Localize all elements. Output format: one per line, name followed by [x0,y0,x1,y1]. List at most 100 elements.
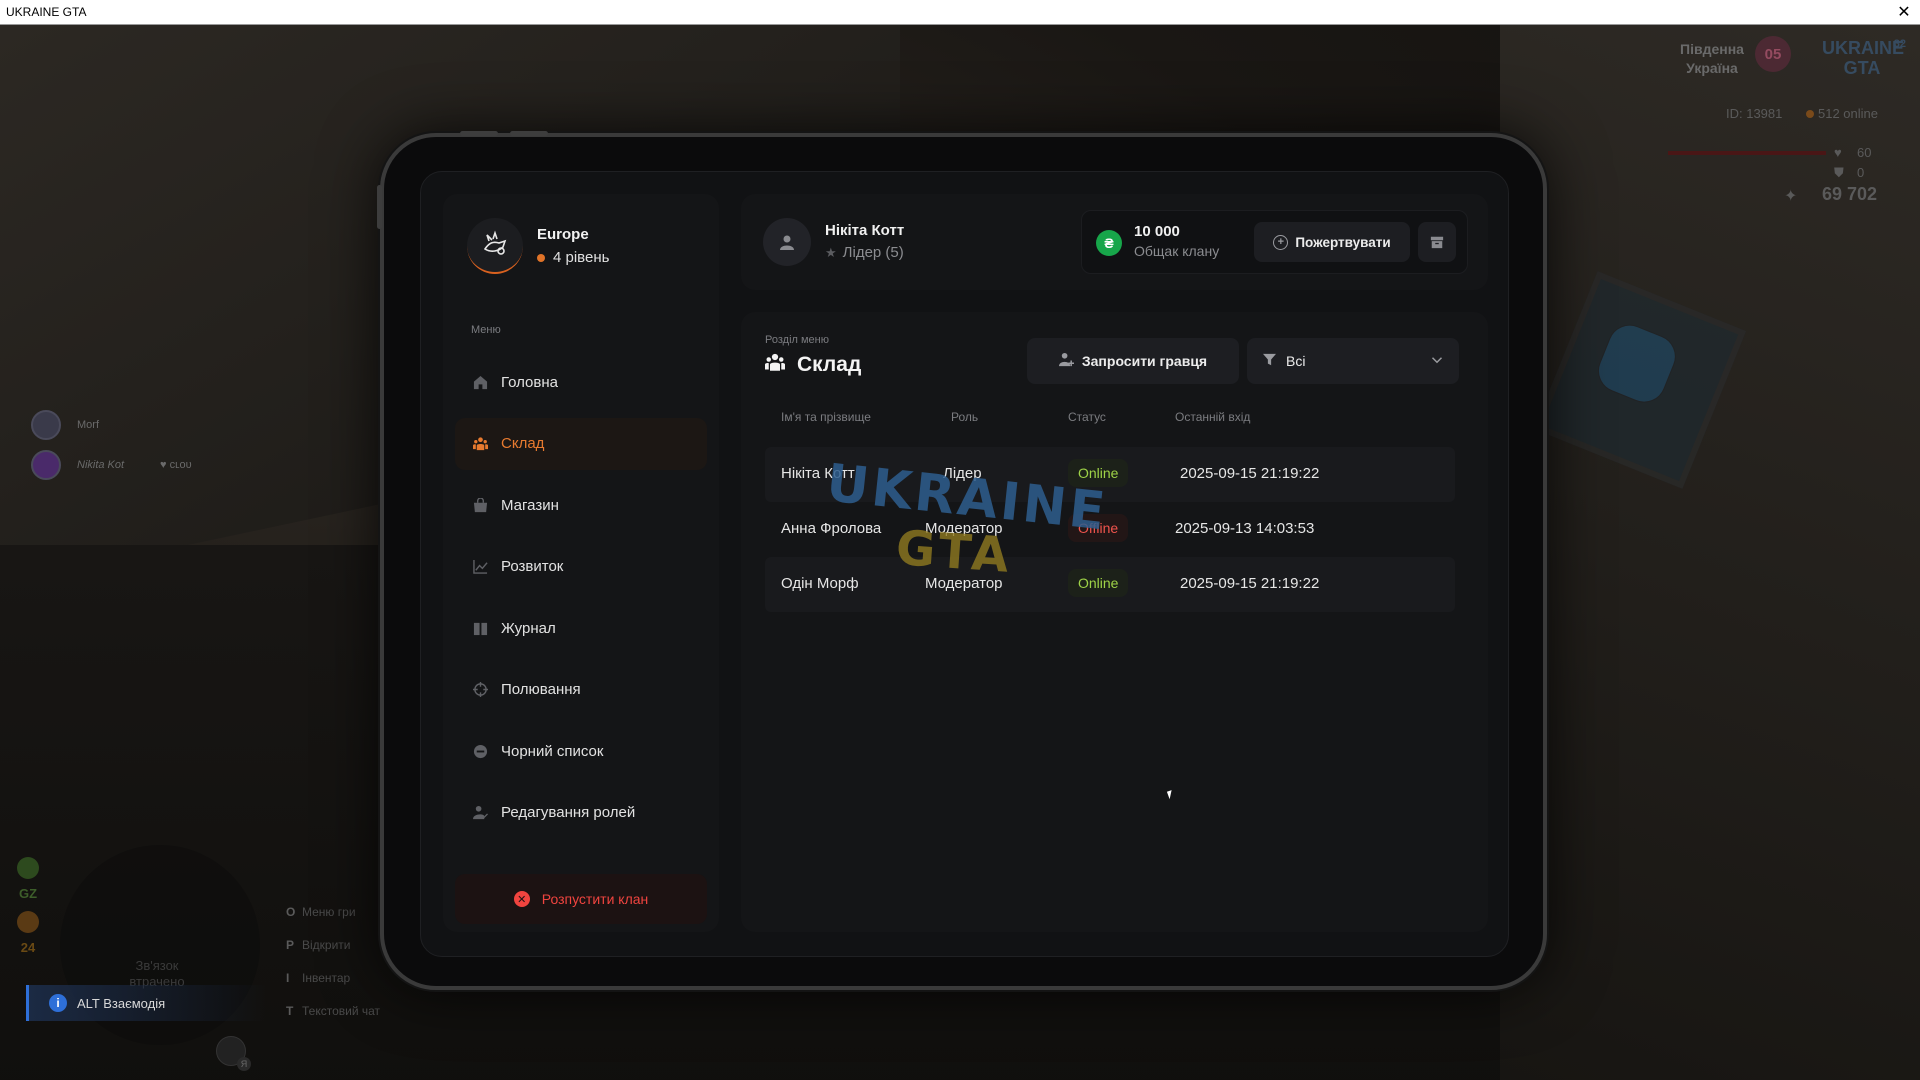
chart-icon [471,558,489,576]
tablet-button [460,131,498,136]
tablet-button [377,185,382,229]
status-badge: Online [1068,569,1129,597]
member-role: Модератор [925,520,1003,537]
window-titlebar: UKRAINE GTA ✕ [0,0,1920,25]
key-hint: O Меню гри [286,905,356,919]
stat-label: GZ [18,886,38,901]
stat-value: 24 [20,940,36,955]
sidebar-item-edit-roles[interactable]: Редагування ролей [455,787,707,839]
disband-clan-button[interactable]: ✕ Розпустити клан [455,874,707,924]
main-panel: Розділ меню Склад Запросити гравця Всі І… [741,312,1488,932]
users-icon [765,352,785,377]
book-icon [471,619,489,637]
profile-name: Нікіта Котт [825,222,905,239]
microphone-icon: Я [216,1036,251,1071]
status-badge: Online [1068,459,1129,487]
member-last-login: 2025-09-15 21:19:22 [1180,575,1320,592]
clan-balance-label: Общак клану [1134,243,1220,259]
sidebar-item-shop[interactable]: Магазин [455,479,707,531]
filter-icon [1263,353,1276,369]
stat-icon [17,911,39,933]
avatar [31,410,61,440]
money-value: 69 702 [1822,184,1878,204]
table-row[interactable]: Одін Морф Модератор Online 2025-09-15 21… [765,557,1455,612]
table-header: Ім'я та прізвище Роль Статус Останній вх… [765,410,1455,430]
sidebar-item-hunting[interactable]: Полювання [455,664,707,716]
chevron-down-icon [1431,354,1443,369]
column-header-last-login: Останній вхід [1175,410,1251,424]
archive-icon[interactable] [1418,222,1456,262]
shop-icon [471,496,489,514]
plus-circle-icon: + [1273,234,1289,250]
close-icon[interactable]: ✕ [1894,2,1914,22]
block-icon [471,742,489,760]
clan-tablet: Europe 4 рівень Меню Головна Склад Магаз… [377,131,1547,990]
users-icon [471,435,489,453]
stat-icon [17,857,39,879]
voice-user-tag: ♥ ᴄʟᴏᴜ [160,459,192,471]
sidebar-item-home[interactable]: Головна [455,356,707,408]
mic-badge: Я [237,1057,251,1071]
profile-card: Нікіта Котт ★ Лідер (5) ₴ 10 000 Общак кл… [741,194,1488,290]
home-icon [471,373,489,391]
clan-name: Europe [537,226,589,243]
column-header-name: Ім'я та прізвище [781,410,871,424]
status-badge: Offline [1068,514,1129,542]
user-avatar-icon [763,218,811,266]
column-header-status: Статус [1068,410,1106,424]
player-id: ID: 13981 [1726,106,1783,121]
info-icon: i [49,994,67,1012]
user-edit-icon [471,804,489,822]
member-name: Анна Фролова [781,520,882,537]
menu-label: Меню [471,324,501,336]
clan-balance: 10 000 [1134,223,1180,240]
region-badge-icon: 05 [1755,36,1791,72]
page-title: Склад [765,352,861,377]
voice-user-name: Nikita Kot [77,459,125,471]
member-last-login: 2025-09-15 21:19:22 [1180,465,1320,482]
sidebar-item-journal[interactable]: Журнал [455,602,707,654]
window-title: UKRAINE GTA [6,5,87,19]
tablet-button [510,131,548,136]
sidebar: Europe 4 рівень Меню Головна Склад Магаз… [443,194,719,932]
hud-region: Південна Україна [1680,41,1744,76]
avatar [31,450,61,480]
user-plus-icon [1058,352,1074,371]
health-value: 60 [1857,145,1872,160]
clan-level: 4 рівень [537,249,609,266]
key-hint: I Інвентар [286,971,351,985]
close-circle-icon: ✕ [513,891,530,907]
member-name: Одін Морф [781,575,859,592]
key-hint: T Текстовий чат [286,1004,381,1018]
sidebar-item-development[interactable]: Розвиток [455,541,707,593]
health-icon: ♥ [1834,145,1842,160]
interaction-hint: i ALT Взаємодія [26,985,266,1021]
section-subtitle: Розділ меню [765,334,829,346]
member-last-login: 2025-09-13 14:03:53 [1175,520,1315,537]
table-row[interactable]: Нікіта Котт Лідер Online 2025-09-15 21:1… [765,447,1455,502]
donate-button[interactable]: + Пожертвувати [1254,222,1410,262]
member-role: Модератор [925,575,1003,592]
voice-user-name: Morf [77,419,99,431]
level-dot-icon [537,253,545,262]
tablet-screen: Europe 4 рівень Меню Головна Склад Магаз… [420,171,1509,957]
game-logo: UKRAINE GTA 32 [1822,38,1906,78]
crosshair-icon [471,681,489,699]
member-role: Лідер [943,465,982,482]
sidebar-item-warehouse[interactable]: Склад [455,417,707,470]
key-hint: P Відкрити [286,938,351,952]
money-icon: ✦ [1784,188,1798,205]
profile-role: ★ Лідер (5) [825,244,904,261]
sidebar-item-blacklist[interactable]: Чорний список [455,725,707,777]
health-bar [1668,151,1826,155]
member-name: Нікіта Котт [781,465,855,482]
clan-header: Europe 4 рівень [467,218,609,274]
table-row[interactable]: Анна Фролова Модератор Offline 2025-09-1… [765,502,1455,557]
online-count: 512 online [1806,106,1878,121]
invite-player-button[interactable]: Запросити гравця [1027,338,1239,384]
role-filter-select[interactable]: Всі [1247,338,1459,384]
sidebar-menu: Головна Склад Магазин Розвиток Журнал По… [455,356,707,848]
star-icon: ★ [825,245,837,260]
column-header-role: Роль [951,410,979,424]
armor-icon: ⛊ [1834,165,1844,180]
